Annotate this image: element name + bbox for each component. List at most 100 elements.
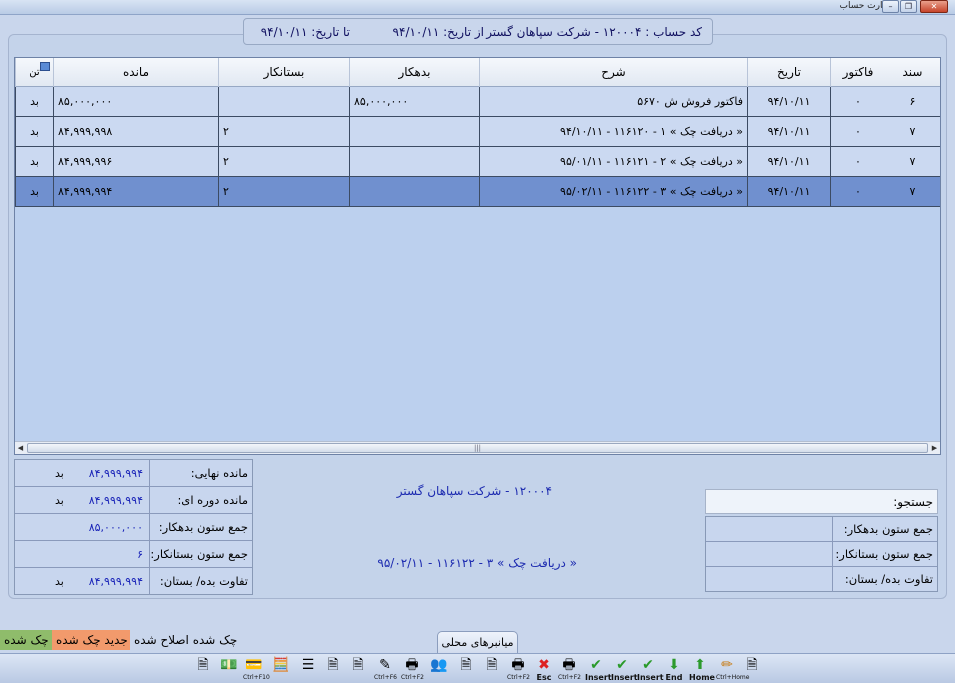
print2-button[interactable]: 🖶 Ctrl+F2 (507, 656, 530, 682)
col-sanad[interactable]: سند (885, 58, 940, 87)
cell-desc[interactable]: « دریافت چک » ۳ - ۱۱۶۱۲۲ - ۹۵/۰۲/۱۱ (479, 177, 747, 206)
cell-credit[interactable]: ۲ (218, 177, 349, 206)
users-icon: 👥 (430, 657, 448, 673)
right-debit-sum-label: جمع ستون بدهکار: (832, 517, 937, 542)
cell-credit[interactable]: ۲ (218, 147, 349, 176)
list-button[interactable]: ☰ (297, 656, 319, 682)
pencil-button[interactable]: ✏ Ctrl+Home (716, 656, 749, 682)
cell-balance[interactable]: ۸۴,۹۹۹,۹۹۶ (53, 147, 218, 176)
table-row[interactable]: ۷ ۰ ۹۴/۱۰/۱۱ « دریافت چک » ۳ - ۱۱۶۱۲۲ - ۹۵/… (15, 177, 940, 207)
from-date-label: از تاریخ: ۹۴/۱۰/۱۱ (392, 25, 484, 39)
edit-icon: ✎ (379, 657, 391, 673)
scroll-thumb[interactable]: ||| (27, 443, 928, 453)
cell-sanad[interactable]: ۷ (885, 147, 940, 176)
check2-button[interactable]: ✔ Insert (611, 656, 638, 682)
close-button[interactable]: ✕ (920, 0, 948, 13)
horizontal-scrollbar[interactable]: ◀ ||| ▶ (15, 441, 940, 454)
cell-debit[interactable] (349, 177, 479, 206)
cell-dir[interactable]: بد (15, 147, 53, 176)
col-credit[interactable]: بستانکار (218, 58, 349, 87)
print3-icon: 🖶 (562, 657, 576, 673)
cell-sanad[interactable]: ۷ (885, 117, 940, 146)
search-field[interactable]: جستجو: (705, 489, 938, 514)
payment-button[interactable]: 💳 Ctrl+F10 (243, 656, 270, 682)
cell-date[interactable]: ۹۴/۱۰/۱۱ (747, 117, 830, 146)
cell-dir[interactable]: بد (15, 87, 53, 116)
col-balance[interactable]: مانده (53, 58, 218, 87)
grid-header: سند فاکتور تاریخ شرح بدهکار بستانکار مان… (15, 58, 940, 87)
cancel-button[interactable]: ✖ Esc (533, 656, 555, 682)
check2-icon: ✔ (616, 657, 628, 673)
cell-debit[interactable] (349, 117, 479, 146)
edit-button[interactable]: ✎ Ctrl+F6 (374, 656, 397, 682)
cell-balance[interactable]: ۸۴,۹۹۹,۹۹۴ (53, 177, 218, 206)
home-button[interactable]: ⬆ Home (689, 656, 715, 682)
users-button[interactable]: 👥 (428, 656, 450, 682)
toolbar-caption: Insert (611, 673, 638, 682)
cell-factor[interactable]: ۰ (830, 147, 885, 176)
cell-sanad[interactable]: ۶ (885, 87, 940, 116)
col-desc[interactable]: شرح (479, 58, 747, 87)
document4-button[interactable]: 🗎 (741, 656, 763, 682)
selected-description-text: « دریافت چک » ۳ - ۱۱۶۱۲۲ - ۹۵/۰۲/۱۱ (377, 556, 577, 570)
print2-icon: 🖶 (511, 657, 525, 673)
cell-desc[interactable]: « دریافت چک » ۱ - ۱۱۶۱۲۰ - ۹۴/۱۰/۱۱ (479, 117, 747, 146)
cell-credit[interactable]: ۲ (218, 117, 349, 146)
cell-date[interactable]: ۹۴/۱۰/۱۱ (747, 147, 830, 176)
cell-factor[interactable]: ۰ (830, 117, 885, 146)
final-balance-row: مانده نهایی: ۸۴,۹۹۹,۹۹۴ بد (15, 460, 252, 487)
col-date[interactable]: تاریخ (747, 58, 830, 87)
toolbar-caption: Ctrl+F6 (374, 674, 397, 681)
table-row[interactable]: ۷ ۰ ۹۴/۱۰/۱۱ « دریافت چک » ۲ - ۱۱۶۱۲۱ - ۹۵/… (15, 147, 940, 177)
toolbar-caption: Ctrl+F2 (401, 674, 424, 681)
final-balance-label: مانده نهایی: (149, 460, 252, 487)
end-icon: ⬇ (668, 657, 680, 673)
calculator-button[interactable]: 🧮 (270, 656, 292, 682)
money-icon: 💵 (220, 657, 238, 673)
cell-debit[interactable] (349, 147, 479, 176)
right-diff-row: تفاوت بده/ بستان: (706, 567, 937, 592)
cell-date[interactable]: ۹۴/۱۰/۱۱ (747, 87, 830, 116)
cell-desc[interactable]: فاکتور فروش ش ۵۶۷۰ (479, 87, 747, 116)
cell-debit[interactable]: ۸۵,۰۰۰,۰۰۰ (349, 87, 479, 116)
col-chooser[interactable]: تن (15, 58, 53, 87)
cell-credit[interactable] (218, 87, 349, 116)
check-button[interactable]: ✔ Insert (585, 656, 612, 682)
minimize-button[interactable]: – (882, 0, 899, 13)
check3-button[interactable]: ✔ Insert (637, 656, 664, 682)
cell-desc[interactable]: « دریافت چک » ۲ - ۱۱۶۱۲۱ - ۹۵/۰۱/۱۱ (479, 147, 747, 176)
restore-button[interactable]: ❐ (900, 0, 917, 13)
note-icon: 🗎 (327, 657, 339, 673)
document-button[interactable]: 🗎 (192, 656, 214, 682)
tab-local-shortcuts[interactable]: میانبرهای محلی (437, 631, 518, 653)
cell-factor[interactable]: ۰ (830, 87, 885, 116)
window-title: کارت حساب (839, 1, 887, 11)
table-row[interactable]: ۶ ۰ ۹۴/۱۰/۱۱ فاکتور فروش ش ۵۶۷۰ ۸۵,۰۰۰,۰۰۰ ۸۵… (15, 87, 940, 117)
right-credit-sum-label: جمع ستون بستانکار: (832, 542, 937, 567)
cell-dir[interactable]: بد (15, 117, 53, 146)
print3-button[interactable]: 🖶 Ctrl+F2 (558, 656, 581, 682)
document2-button[interactable]: 🗎 (455, 656, 477, 682)
column-chooser-icon[interactable] (40, 62, 50, 71)
cell-factor[interactable]: ۰ (830, 177, 885, 206)
scroll-left-icon[interactable]: ◀ (15, 443, 26, 453)
legend-checked: چک شده (0, 630, 53, 650)
scroll-right-icon[interactable]: ▶ (929, 443, 940, 453)
end-button[interactable]: ⬇ End (663, 656, 685, 682)
table-row[interactable]: ۷ ۰ ۹۴/۱۰/۱۱ « دریافت چک » ۱ - ۱۱۶۱۲۰ - ۹۴/… (15, 117, 940, 147)
col-factor[interactable]: فاکتور (830, 58, 885, 87)
cell-sanad[interactable]: ۷ (885, 177, 940, 206)
col-debit[interactable]: بدهکار (349, 58, 479, 87)
search-label: جستجو: (893, 495, 933, 509)
document3-button[interactable]: 🗎 (481, 656, 503, 682)
cell-balance[interactable]: ۸۴,۹۹۹,۹۹۸ (53, 117, 218, 146)
note-button[interactable]: 🗎 (322, 656, 344, 682)
ledger-grid[interactable]: سند فاکتور تاریخ شرح بدهکار بستانکار مان… (14, 57, 941, 455)
money-button[interactable]: 💵 (218, 656, 240, 682)
document-icon: 🗎 (197, 657, 209, 673)
notes-button[interactable]: 🗎 (347, 656, 369, 682)
print-button[interactable]: 🖶 Ctrl+F2 (401, 656, 424, 682)
cell-date[interactable]: ۹۴/۱۰/۱۱ (747, 177, 830, 206)
cell-dir[interactable]: بد (15, 177, 53, 206)
cell-balance[interactable]: ۸۵,۰۰۰,۰۰۰ (53, 87, 218, 116)
